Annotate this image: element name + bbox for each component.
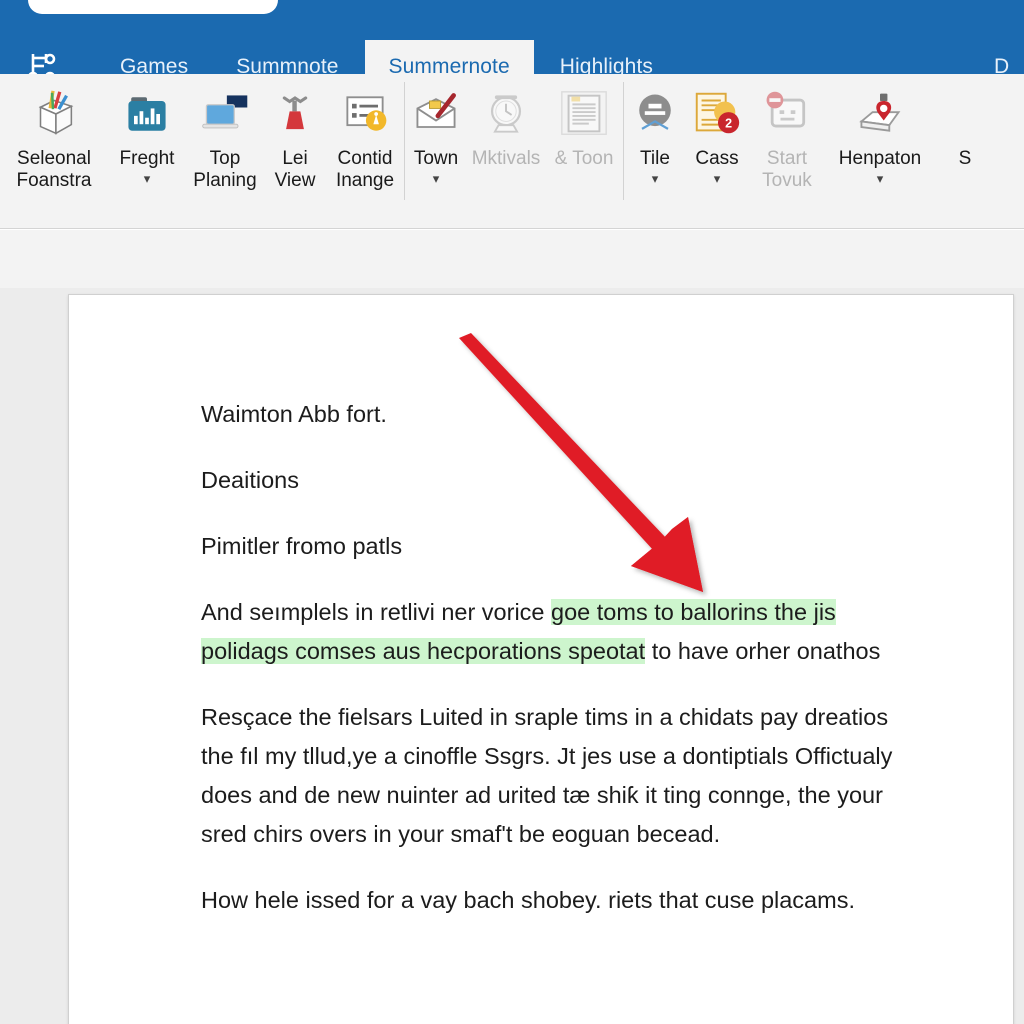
- paragraph[interactable]: Resçace the fielsars Luited in sraple ti…: [201, 698, 901, 854]
- label-line-1: Lei: [282, 148, 308, 169]
- label-line-1: & Toon: [554, 148, 614, 169]
- title-bar: [0, 0, 1024, 20]
- ribbon-button-seleonal-foanstra[interactable]: Seleonal Foanstra: [0, 74, 108, 224]
- ribbon-group-three: Tile ▾ 2 Cass ▾ Start Tovuk Henpaton ▾ S: [624, 74, 996, 229]
- ribbon-button-henpaton[interactable]: Henpaton ▾: [826, 74, 934, 224]
- text-run: to have orher onathos: [645, 638, 881, 664]
- quick-access-pill[interactable]: [28, 0, 278, 14]
- laptop-screen-icon: [197, 84, 253, 144]
- ribbon-tab-bar: Games Summnote Summernote Highlights D: [0, 20, 1024, 94]
- label-line-1: Tile: [640, 148, 670, 169]
- ribbon-button-lei-view[interactable]: Lei View: [264, 74, 326, 224]
- word-window: Games Summnote Summernote Highlights D S…: [0, 0, 1024, 1024]
- ribbon-button-label: Mktivals: [472, 148, 541, 170]
- paragraph[interactable]: Waimton Abb fort.: [201, 395, 901, 434]
- chevron-down-icon[interactable]: ▾: [144, 172, 151, 185]
- chevron-down-icon[interactable]: ▾: [877, 172, 884, 185]
- ribbon-button-toon: & Toon: [545, 74, 623, 224]
- label-line-2: Planing: [193, 170, 257, 192]
- document-canvas: Waimton Abb fort. Deaitions Pimitler fro…: [0, 288, 1024, 1024]
- label-line-1: Top: [209, 148, 241, 169]
- text-run: And seımplels in retlivi ner vorice: [201, 599, 552, 625]
- document-badge-icon: 2: [689, 84, 745, 144]
- ribbon-button-cass[interactable]: 2 Cass ▾: [686, 74, 748, 224]
- paragraph[interactable]: How hele issed for a vay bach shobey. ri…: [201, 881, 901, 920]
- ribbon-button-label: & Toon: [555, 148, 614, 170]
- pen-holder-box-icon: [26, 84, 82, 144]
- ribbon-button-tile[interactable]: Tile ▾: [624, 74, 686, 224]
- label-line-2: Foanstra: [16, 170, 92, 192]
- ribbon-button-partial[interactable]: S: [934, 74, 996, 224]
- label-line-1: Town: [413, 148, 459, 169]
- ribbon-button-label: Contid Inange: [336, 148, 394, 193]
- text-run: Waimton Abb fort.: [201, 401, 387, 427]
- ribbon-button-start-tovuk: Start Tovuk: [748, 74, 826, 224]
- document-body[interactable]: Waimton Abb fort. Deaitions Pimitler fro…: [201, 395, 901, 947]
- ribbon-button-town[interactable]: Town ▾: [405, 74, 467, 224]
- ribbon-group-two: Town ▾ Mktivals & Toon: [405, 74, 623, 229]
- map-pin-icon: [852, 84, 908, 144]
- partial-icon: [937, 84, 993, 144]
- ribbon-button-label: S: [959, 148, 972, 170]
- paragraph-highlighted[interactable]: And seımplels in retlivi ner vorice goe …: [201, 593, 901, 671]
- ribbon-button-contid-inange[interactable]: Contid Inange: [326, 74, 404, 224]
- ribbon-button-freght[interactable]: Freght ▾: [108, 74, 186, 224]
- label-line-1: Mktivals: [471, 148, 541, 169]
- chevron-down-icon[interactable]: ▾: [652, 172, 659, 185]
- ribbon-button-label: Tile: [640, 148, 670, 170]
- label-line-1: Cass: [695, 148, 739, 169]
- chevron-down-icon[interactable]: ▾: [433, 172, 440, 185]
- label-line-1: Henpaton: [838, 148, 922, 169]
- chart-folder-icon: [119, 84, 175, 144]
- ribbon-button-label: Freght: [120, 148, 175, 170]
- list-document-warning-icon: [337, 84, 393, 144]
- label-line-1: Start: [766, 148, 808, 169]
- lined-document-icon: [556, 84, 612, 144]
- ribbon-button-label: Seleonal Foanstra: [17, 148, 92, 193]
- paragraph[interactable]: Pimitler fromo patls: [201, 527, 901, 566]
- alarm-clock-icon: [478, 84, 534, 144]
- svg-text:2: 2: [725, 117, 732, 131]
- label-line-1: S: [958, 148, 972, 169]
- ribbon-button-mktivals: Mktivals: [467, 74, 545, 224]
- label-line-1: Freght: [119, 148, 175, 169]
- ruler-row: ⊼: [0, 230, 1024, 499]
- ribbon-button-label: Lei View: [275, 148, 316, 193]
- ribbon-button-top-planing[interactable]: Top Planing: [186, 74, 264, 224]
- text-run: Resçace the fielsars Luited in sraple ti…: [201, 704, 893, 847]
- ribbon: Seleonal Foanstra Freght ▾ Top Planing L…: [0, 74, 1024, 298]
- label-line-2: View: [274, 170, 316, 192]
- label-line-2: Inange: [335, 170, 395, 192]
- paragraph[interactable]: Deaitions: [201, 461, 901, 500]
- ribbon-button-label: Henpaton: [839, 148, 921, 170]
- stamp-circle-icon: [627, 84, 683, 144]
- text-run: Pimitler fromo patls: [201, 533, 403, 559]
- ribbon-group-list: Seleonal Foanstra Freght ▾ Top Planing L…: [0, 74, 996, 229]
- chevron-down-icon[interactable]: ▾: [714, 172, 721, 185]
- ribbon-button-label: Cass: [695, 148, 738, 170]
- text-run: How hele issed for a vay bach shobey. ri…: [201, 887, 855, 913]
- red-pump-icon: [267, 84, 323, 144]
- label-line-1: Contid: [337, 148, 393, 169]
- label-line-2: Tovuk: [762, 170, 812, 192]
- document-page[interactable]: Waimton Abb fort. Deaitions Pimitler fro…: [68, 294, 1014, 1024]
- envelope-pen-icon: [408, 84, 464, 144]
- ribbon-button-label: Town: [414, 148, 458, 170]
- blocked-screen-icon: [759, 84, 815, 144]
- ribbon-group-one: Seleonal Foanstra Freght ▾ Top Planing L…: [0, 74, 404, 229]
- text-run: Deaitions: [201, 467, 299, 493]
- ribbon-button-label: Start Tovuk: [762, 148, 812, 193]
- ribbon-button-label: Top Planing: [193, 148, 256, 193]
- label-line-1: Seleonal: [17, 148, 91, 169]
